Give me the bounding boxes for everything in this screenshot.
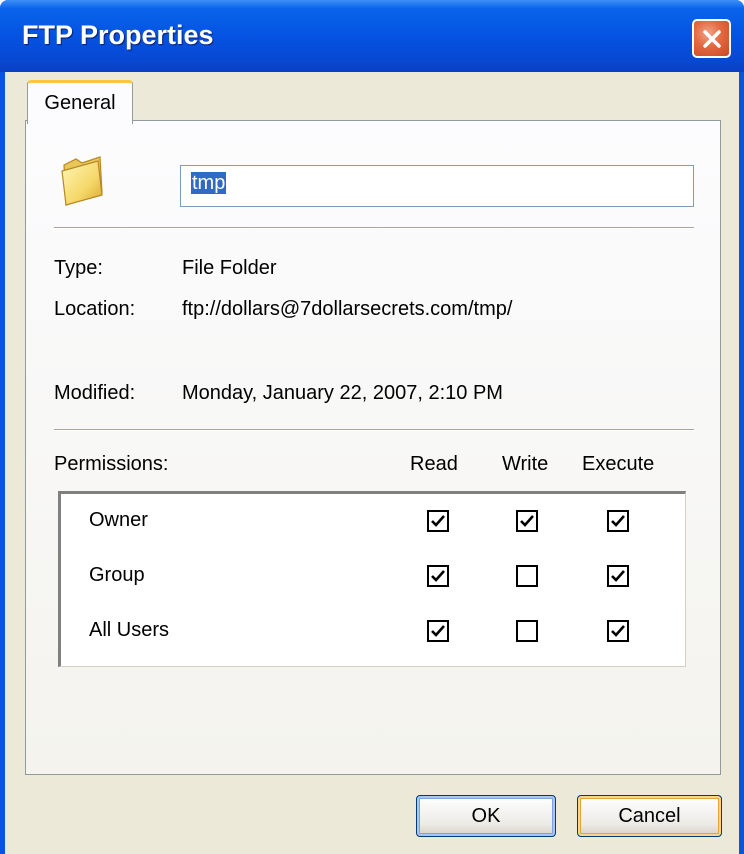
checkbox-group-execute[interactable] (607, 565, 629, 587)
checkbox-owner-write[interactable] (516, 510, 538, 532)
checkbox-all-users-execute[interactable] (607, 620, 629, 642)
checkbox-all-users-read[interactable] (427, 620, 449, 642)
close-button[interactable] (692, 19, 731, 58)
permissions-label: Permissions: (54, 453, 169, 475)
check-icon (431, 570, 445, 582)
check-icon (611, 515, 625, 527)
column-read: Read (410, 453, 458, 475)
tab-general[interactable]: General (27, 80, 133, 124)
close-icon (702, 29, 721, 48)
permission-row-label: Owner (89, 509, 148, 531)
permission-row-label: All Users (89, 619, 170, 641)
checkbox-owner-execute[interactable] (607, 510, 629, 532)
cancel-button[interactable]: Cancel (577, 795, 722, 837)
column-execute: Execute (582, 453, 655, 475)
checkbox-all-users-write[interactable] (516, 620, 538, 642)
location-label: Location: (54, 298, 136, 320)
check-icon (431, 625, 445, 637)
check-icon (611, 625, 625, 637)
folder-name-input[interactable]: tmp (180, 165, 694, 207)
check-icon (431, 515, 445, 527)
title-bar[interactable]: FTP Properties (0, 0, 744, 72)
checkbox-group-read[interactable] (427, 565, 449, 587)
general-panel: tmp Type: File Folder Location: ftp://do… (25, 120, 721, 775)
modified-label: Modified: (54, 382, 136, 404)
checkbox-group-write[interactable] (516, 565, 538, 587)
checkbox-owner-read[interactable] (427, 510, 449, 532)
folder-icon (61, 156, 103, 206)
divider-top (54, 227, 694, 229)
permission-row-label: Group (89, 564, 145, 586)
column-write: Write (502, 453, 549, 475)
folder-name-value: tmp (191, 172, 227, 194)
location-value: ftp://dollars@7dollarsecrets.com/tmp/ (182, 298, 513, 320)
check-icon (611, 570, 625, 582)
check-icon (520, 515, 534, 527)
modified-value: Monday, January 22, 2007, 2:10 PM (182, 382, 503, 404)
type-value: File Folder (182, 257, 277, 279)
window-title: FTP Properties (22, 20, 214, 50)
ftp-properties-window: FTP Properties General tmp Type: File Fo… (0, 0, 744, 854)
divider-middle (54, 429, 694, 431)
permissions-list: Owner Group All Users (58, 491, 686, 667)
ok-button[interactable]: OK (416, 795, 556, 837)
type-label: Type: (54, 257, 103, 279)
dialog-client: General tmp Type: File Folder Location: … (5, 72, 739, 854)
